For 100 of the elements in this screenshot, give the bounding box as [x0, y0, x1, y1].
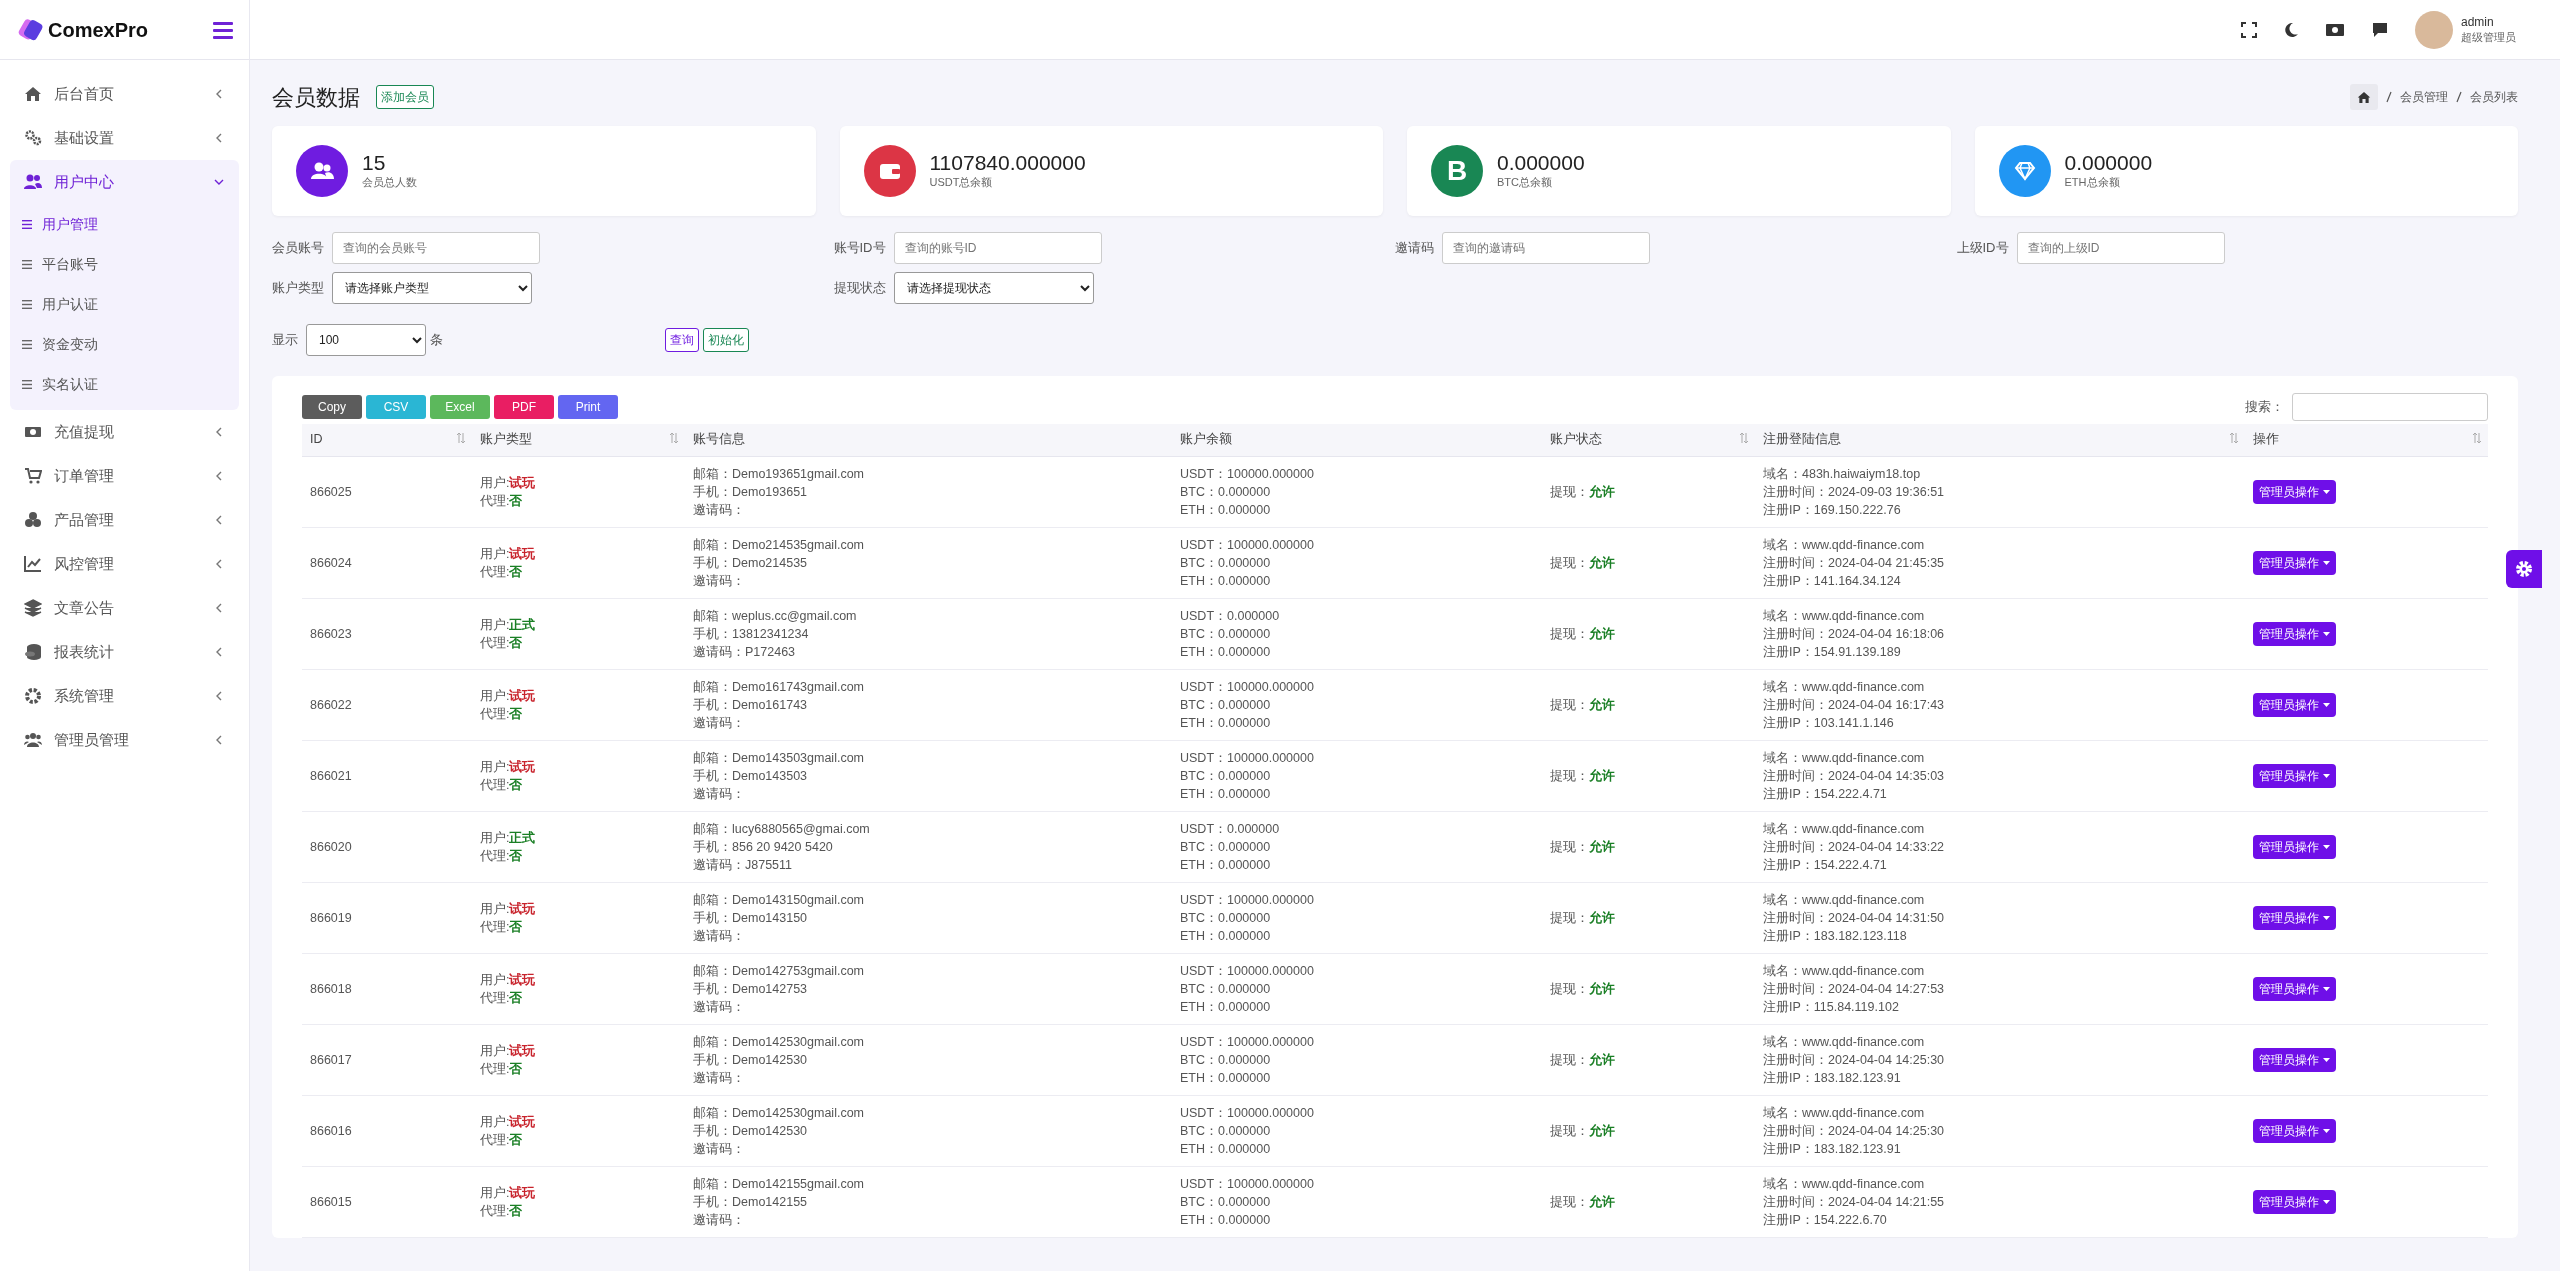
user-type-text: 用户:试玩 [480, 1184, 537, 1202]
admin-action-button[interactable]: 管理员操作 [2253, 550, 2336, 575]
cell-line: USDT：100000.000000 [1180, 1104, 1315, 1122]
sidebar-item[interactable]: 订单管理 [10, 454, 239, 498]
cell-line: USDT：0.000000 [1180, 607, 1281, 625]
slash-icon [2386, 91, 2392, 103]
cell-line: BTC：0.000000 [1180, 980, 1272, 998]
cell-line: ETH：0.000000 [1180, 1069, 1272, 1087]
action-button[interactable]: 初始化 [703, 328, 749, 352]
admin-action-button[interactable]: 管理员操作 [2253, 905, 2336, 930]
filter-label: 会员账号 [272, 239, 324, 258]
input-field[interactable]: 查询的上级ID [2016, 232, 2225, 264]
admin-action-button[interactable]: 管理员操作 [2253, 479, 2336, 504]
column-header[interactable]: ID [302, 424, 472, 456]
cell-line: 手机：856 20 9420 5420 [693, 838, 834, 856]
sidebar-item[interactable]: 后台首页 [10, 72, 239, 116]
cell-line: 邮箱：Demo142530gmail.com [693, 1104, 865, 1122]
breadcrumb-item[interactable]: 会员列表 [2470, 88, 2518, 106]
home-icon [24, 85, 42, 103]
sidebar-item[interactable]: 产品管理 [10, 498, 239, 542]
id-text: 866022 [310, 697, 352, 712]
add-member-button[interactable]: 添加会员 [376, 85, 434, 109]
user-type-text: 用户:正式 [480, 829, 537, 847]
cell-line: ETH：0.000000 [1180, 714, 1272, 732]
column-header[interactable]: 操作 [2245, 424, 2488, 456]
brand-name: ComexPro [48, 17, 149, 43]
sidebar-subitem[interactable]: 平台账号 [10, 244, 239, 284]
user-type-text: 用户:试玩 [480, 900, 537, 918]
input-field[interactable]: 查询的会员账号 [332, 232, 540, 264]
home-button[interactable] [2350, 84, 2378, 110]
export-button[interactable]: PDF [494, 395, 554, 419]
sidebar-item[interactable]: 报表统计 [10, 630, 239, 674]
caret-icon [2323, 1199, 2330, 1204]
input-field[interactable]: 查询的邀请码 [1442, 232, 1650, 264]
cell-line: USDT：100000.000000 [1180, 891, 1315, 909]
cell-line: 邀请码： [693, 785, 746, 803]
select-field[interactable]: 请选择账户类型 [332, 272, 532, 304]
menu-icon[interactable] [213, 20, 233, 39]
settings-button[interactable] [2506, 550, 2542, 588]
sidebar-item[interactable]: 用户中心 [10, 160, 239, 204]
breadcrumb-item[interactable]: 会员管理 [2400, 88, 2448, 106]
column-header[interactable]: 账户状态 [1542, 424, 1755, 456]
admin-action-button[interactable]: 管理员操作 [2253, 1047, 2336, 1072]
cell-line: 手机：Demo142530 [693, 1122, 809, 1140]
list-icon [22, 219, 32, 229]
moon-icon[interactable] [2283, 21, 2299, 38]
sidebar-subitem[interactable]: 用户认证 [10, 284, 239, 324]
cell-line: 手机：13812341234 [693, 625, 810, 643]
column-header[interactable]: 账户类型 [472, 424, 685, 456]
sidebar-item[interactable]: 系统管理 [10, 674, 239, 718]
fullscreen-icon[interactable] [2241, 21, 2257, 38]
cell-line: 邮箱：Demo142530gmail.com [693, 1033, 865, 1051]
column-header[interactable]: 注册登陆信息 [1755, 424, 2245, 456]
sidebar-subitem[interactable]: 用户管理 [10, 204, 239, 244]
id-text: 866016 [310, 1123, 352, 1138]
admin-action-button[interactable]: 管理员操作 [2253, 976, 2336, 1001]
sidebar-item[interactable]: 文章公告 [10, 586, 239, 630]
id-text: 866020 [310, 839, 352, 854]
input-field[interactable]: 查询的账号ID [893, 232, 1102, 264]
cell-line: 手机：Demo214535 [693, 554, 809, 572]
cell-line: 域名：483h.haiwaiym18.top [1763, 465, 1922, 483]
admin-action-button[interactable]: 管理员操作 [2253, 692, 2336, 717]
export-button[interactable]: Print [558, 395, 618, 419]
id-text: 866017 [310, 1052, 352, 1067]
page-length-select[interactable]: 100 [306, 324, 426, 356]
id-text: 866019 [310, 910, 352, 925]
admin-action-button[interactable]: 管理员操作 [2253, 621, 2336, 646]
cell-line: 手机：Demo143150 [693, 909, 809, 927]
cell-line: USDT：100000.000000 [1180, 678, 1315, 696]
sidebar-item[interactable]: 基础设置 [10, 116, 239, 160]
admin-action-button[interactable]: 管理员操作 [2253, 1118, 2336, 1143]
chat-icon[interactable] [2371, 20, 2389, 39]
select-field[interactable]: 请选择提现状态 [893, 272, 1094, 304]
sidebar-subitem[interactable]: 实名认证 [10, 364, 239, 404]
admin-action-button[interactable]: 管理员操作 [2253, 763, 2336, 788]
sidebar-subitem[interactable]: 资金变动 [10, 324, 239, 364]
cell-line: ETH：0.000000 [1180, 572, 1272, 590]
export-button[interactable]: Copy [302, 395, 362, 419]
cell-line: 注册IP：183.182.123.118 [1763, 927, 1908, 945]
admin-action-button[interactable]: 管理员操作 [2253, 834, 2336, 859]
action-button[interactable]: 查询 [665, 328, 699, 352]
cell-line: 邀请码： [693, 572, 746, 590]
sidebar-item[interactable]: 管理员管理 [10, 718, 239, 762]
caret-icon [2323, 702, 2330, 707]
stat-label: BTC总余额 [1497, 175, 1553, 191]
sidebar-item[interactable]: 充值提现 [10, 410, 239, 454]
cell-line: 邀请码： [693, 1211, 746, 1229]
sidebar-item[interactable]: 风控管理 [10, 542, 239, 586]
id-text: 866018 [310, 981, 352, 996]
user-role: 超级管理员 [2461, 30, 2516, 45]
admin-action-button[interactable]: 管理员操作 [2253, 1189, 2336, 1214]
column-header: 账户余额 [1172, 424, 1542, 456]
cell-line: 注册IP：154.222.4.71 [1763, 856, 1888, 874]
money-icon[interactable] [2325, 21, 2345, 38]
home-icon [2357, 90, 2371, 104]
cart-icon [24, 467, 42, 485]
cell-line: 域名：www.qdd-finance.com [1763, 1175, 1926, 1193]
search-field[interactable] [2292, 393, 2488, 421]
users-icon [24, 173, 42, 191]
logo-icon [18, 16, 44, 43]
